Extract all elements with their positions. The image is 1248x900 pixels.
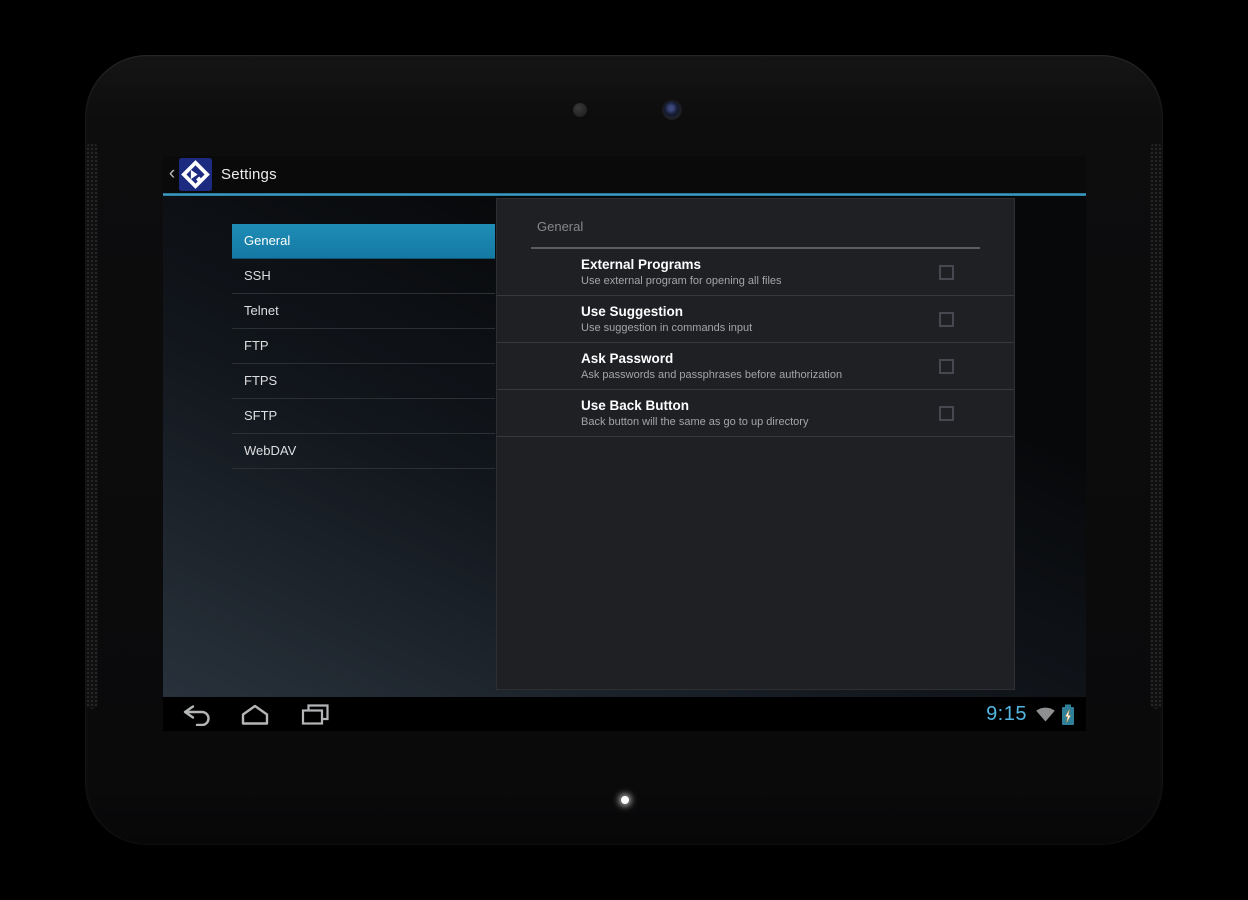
tablet-screen: ‹ Settings General SSH Telnet FTP FTPS S… — [163, 156, 1086, 731]
checkbox-external-programs[interactable] — [939, 264, 954, 280]
preferences-panel: General External Programs Use external p… — [496, 198, 1015, 690]
pref-title: Use Back Button — [581, 398, 690, 413]
sidebar-item-ftp[interactable]: FTP — [232, 329, 495, 364]
checkbox-use-suggestion[interactable] — [939, 311, 954, 327]
pref-text: Use Back Button Back button will the sam… — [581, 398, 939, 428]
sidebar-item-ftps[interactable]: FTPS — [232, 364, 495, 399]
pref-title: Ask Password — [581, 351, 674, 366]
pref-text: Ask Password Ask passwords and passphras… — [581, 351, 939, 381]
panel-section-header: General — [537, 219, 584, 234]
speaker-grille-right — [1150, 143, 1162, 709]
sidebar-item-sftp[interactable]: SFTP — [232, 399, 495, 434]
home-icon[interactable] — [239, 702, 271, 726]
sidebar-item-label: WebDAV — [244, 443, 297, 458]
notification-led — [621, 796, 629, 804]
speaker-grille-left — [86, 143, 98, 709]
pref-ask-password[interactable]: Ask Password Ask passwords and passphras… — [497, 343, 1014, 390]
pref-subtitle: Back button will the same as go to up di… — [581, 416, 809, 428]
sidebar-item-telnet[interactable]: Telnet — [232, 294, 495, 329]
stage: ‹ Settings General SSH Telnet FTP FTPS S… — [0, 0, 1248, 900]
pref-title: Use Suggestion — [581, 304, 684, 319]
front-camera — [663, 101, 681, 119]
sidebar-item-label: SSH — [244, 268, 271, 283]
settings-content: General SSH Telnet FTP FTPS SFTP WebDAV … — [163, 196, 1086, 697]
light-sensor — [573, 103, 587, 117]
back-icon[interactable] — [180, 702, 210, 726]
sidebar-item-label: SFTP — [244, 408, 278, 423]
pref-subtitle: Use external program for opening all fil… — [581, 275, 782, 287]
wifi-icon — [1036, 707, 1055, 722]
up-chevron-icon[interactable]: ‹ — [166, 157, 178, 190]
sidebar-item-label: FTPS — [244, 373, 278, 388]
sidebar-item-webdav[interactable]: WebDAV — [232, 434, 495, 469]
page-title: Settings — [221, 166, 277, 183]
recents-icon[interactable] — [300, 702, 330, 726]
checkbox-ask-password[interactable] — [939, 358, 954, 374]
sidebar-item-label: FTP — [244, 338, 269, 353]
action-bar: ‹ Settings — [163, 156, 1086, 193]
battery-charging-icon — [1062, 704, 1074, 725]
sidebar-item-label: General — [244, 233, 291, 248]
pref-external-programs[interactable]: External Programs Use external program f… — [497, 249, 1014, 296]
sidebar-item-general[interactable]: General — [232, 224, 495, 259]
pref-use-back-button[interactable]: Use Back Button Back button will the sam… — [497, 390, 1014, 437]
sidebar-item-label: Telnet — [244, 303, 279, 318]
settings-category-list: General SSH Telnet FTP FTPS SFTP WebDAV — [232, 224, 495, 469]
tablet-frame: ‹ Settings General SSH Telnet FTP FTPS S… — [85, 55, 1163, 845]
pref-title: External Programs — [581, 257, 702, 272]
pref-text: External Programs Use external program f… — [581, 257, 939, 287]
nav-buttons — [163, 702, 330, 726]
pref-use-suggestion[interactable]: Use Suggestion Use suggestion in command… — [497, 296, 1014, 343]
app-logo-icon[interactable] — [179, 158, 212, 191]
status-cluster: 9:15 — [986, 703, 1086, 726]
sidebar-item-ssh[interactable]: SSH — [232, 259, 495, 294]
system-bar: 9:15 — [163, 697, 1086, 731]
pref-subtitle: Use suggestion in commands input — [581, 322, 753, 334]
pref-text: Use Suggestion Use suggestion in command… — [581, 304, 939, 334]
clock: 9:15 — [986, 702, 1027, 725]
pref-subtitle: Ask passwords and passphrases before aut… — [581, 369, 843, 381]
checkbox-use-back-button[interactable] — [939, 405, 954, 421]
